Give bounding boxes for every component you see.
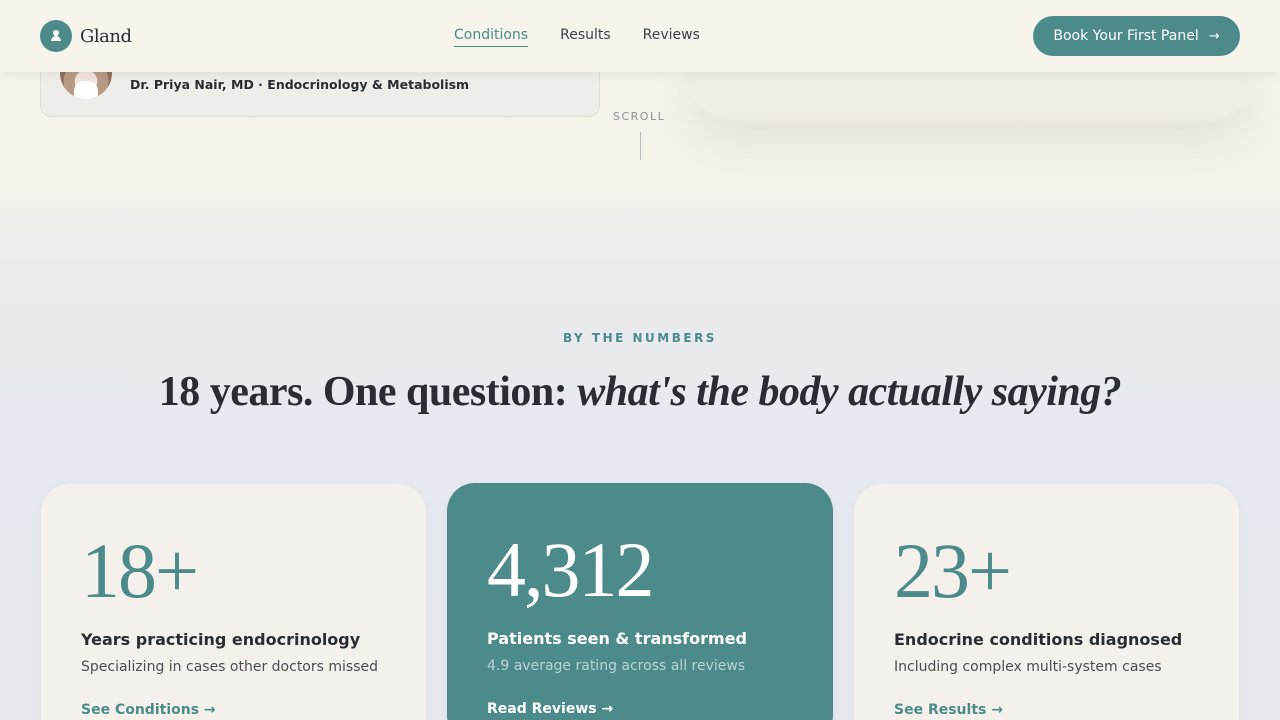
stat-value: 4,312 xyxy=(487,526,655,613)
logo-icon xyxy=(40,20,72,52)
stat-description: Specializing in cases other doctors miss… xyxy=(81,659,378,675)
scroll-indicator-line xyxy=(640,132,641,160)
arrow-right-icon: → xyxy=(1208,28,1220,44)
page: Dr. Priya Nair, MD · Endocrinology & Met… xyxy=(0,0,1280,720)
read-reviews-link[interactable]: Read Reviews → xyxy=(487,701,613,717)
nav-reviews[interactable]: Reviews xyxy=(643,27,700,47)
headline-italic: what's the body actually saying? xyxy=(577,369,1122,415)
stat-card-patients: 4,312 Patients seen & transformed 4.9 av… xyxy=(447,483,833,720)
logo[interactable]: Gland xyxy=(40,20,132,52)
site-header: Gland Conditions Results Reviews Book Yo… xyxy=(0,0,1280,72)
stat-value: 18+ xyxy=(81,527,199,614)
see-results-link[interactable]: See Results → xyxy=(894,702,1003,718)
section-eyebrow: BY THE NUMBERS xyxy=(563,331,717,345)
nav-results[interactable]: Results xyxy=(560,27,611,47)
stat-card-conditions: 23+ Endocrine conditions diagnosed Inclu… xyxy=(854,484,1239,720)
see-conditions-link[interactable]: See Conditions → xyxy=(81,702,216,718)
stat-card-years: 18+ Years practicing endocrinology Speci… xyxy=(41,484,426,720)
main-nav: Conditions Results Reviews xyxy=(454,27,700,47)
stat-title: Patients seen & transformed xyxy=(487,629,747,648)
section-headline: 18 years. One question: what's the body … xyxy=(0,368,1280,416)
nav-conditions[interactable]: Conditions xyxy=(454,27,529,47)
scroll-label: SCROLL xyxy=(613,110,666,123)
stat-value: 23+ xyxy=(894,527,1012,614)
headline-plain: 18 years. One question: xyxy=(158,369,578,415)
logo-text: Gland xyxy=(80,25,132,47)
stat-description: 4.9 average rating across all reviews xyxy=(487,658,746,674)
book-panel-label: Book Your First Panel xyxy=(1053,28,1199,44)
stat-title: Endocrine conditions diagnosed xyxy=(894,630,1183,649)
stat-description: Including complex multi-system cases xyxy=(894,659,1162,675)
stat-title: Years practicing endocrinology xyxy=(81,630,361,649)
book-panel-button[interactable]: Book Your First Panel → xyxy=(1033,16,1240,56)
doctor-name: Dr. Priya Nair, MD · Endocrinology & Met… xyxy=(130,77,470,92)
